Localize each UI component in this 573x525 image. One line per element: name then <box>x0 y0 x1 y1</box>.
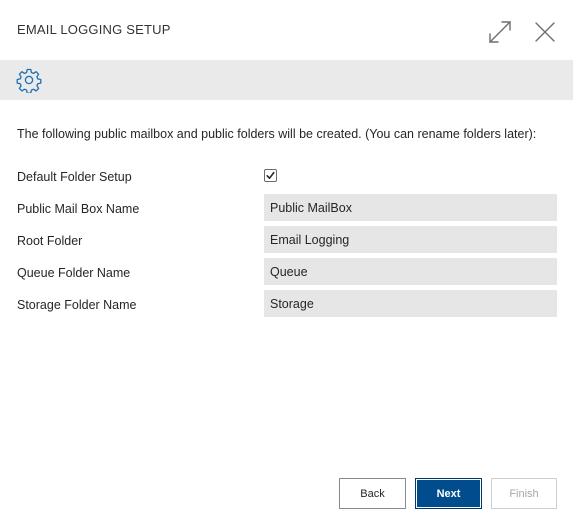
queue-folder-name-label: Queue Folder Name <box>17 266 131 280</box>
storage-folder-name-label: Storage Folder Name <box>17 298 137 312</box>
dialog-title: EMAIL LOGGING SETUP <box>17 22 171 37</box>
dialog-titlebar: EMAIL LOGGING SETUP <box>0 0 573 60</box>
expand-icon[interactable] <box>487 19 513 45</box>
email-logging-setup-dialog: EMAIL LOGGING SETUP The following public… <box>0 0 573 525</box>
finish-button[interactable]: Finish <box>491 478 557 509</box>
default-folder-setup-checkbox[interactable] <box>264 169 277 182</box>
back-button[interactable]: Back <box>339 478 406 509</box>
gear-icon[interactable] <box>16 67 42 94</box>
root-folder-input[interactable] <box>264 226 557 253</box>
queue-folder-name-input[interactable] <box>264 258 557 285</box>
close-icon[interactable] <box>532 19 558 45</box>
public-mailbox-name-label: Public Mail Box Name <box>17 202 140 216</box>
checkmark-icon <box>266 171 275 179</box>
action-bar <box>0 60 573 100</box>
next-button[interactable]: Next <box>415 478 482 509</box>
default-folder-setup-label: Default Folder Setup <box>17 170 132 184</box>
public-mailbox-name-input[interactable] <box>264 194 557 221</box>
storage-folder-name-input[interactable] <box>264 290 557 317</box>
root-folder-label: Root Folder <box>17 234 83 248</box>
intro-text: The following public mailbox and public … <box>17 127 537 141</box>
